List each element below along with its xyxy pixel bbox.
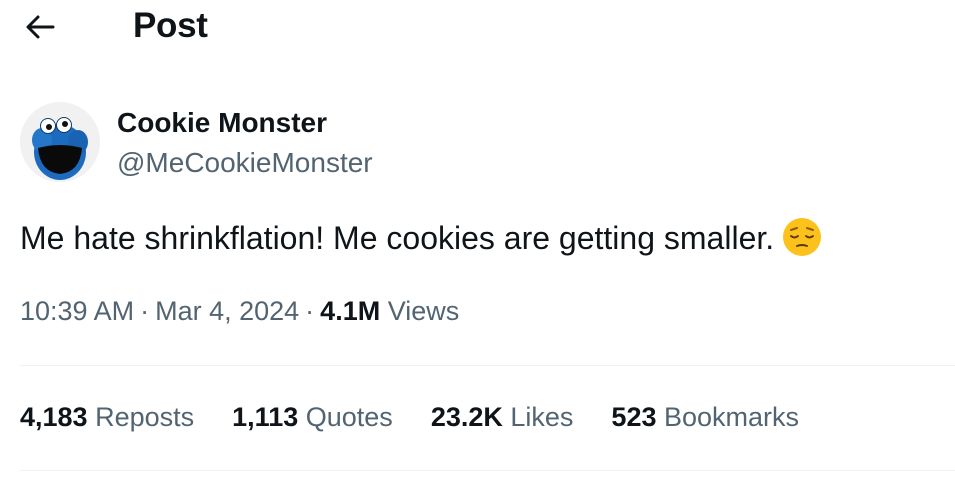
bookmarks-label: Bookmarks: [664, 402, 800, 432]
engagement-stats: 4,183 Reposts 1,113 Quotes 23.2K Likes 5…: [20, 400, 837, 434]
divider: [20, 365, 955, 366]
author-handle[interactable]: @MeCookieMonster: [117, 146, 373, 180]
meta-separator: ·: [305, 296, 315, 326]
bookmarks-count: 523: [611, 402, 657, 432]
author-block: Cookie Monster @MeCookieMonster: [20, 102, 920, 184]
quotes-label: Quotes: [305, 402, 393, 432]
meta-separator: ·: [140, 296, 150, 326]
quotes-stat[interactable]: 1,113 Quotes: [232, 400, 393, 434]
post-date[interactable]: Mar 4, 2024: [155, 296, 299, 326]
reposts-stat[interactable]: 4,183 Reposts: [20, 400, 194, 434]
views-count: 4.1M: [320, 296, 381, 326]
tweet-text: Me hate shrinkflation! Me cookies are ge…: [20, 217, 822, 258]
bookmarks-stat[interactable]: 523 Bookmarks: [611, 400, 799, 434]
back-button[interactable]: [18, 8, 62, 46]
tweet-text-content: Me hate shrinkflation! Me cookies are ge…: [20, 220, 775, 256]
reposts-count: 4,183: [20, 402, 88, 432]
arrow-left-icon: [26, 15, 55, 39]
post-meta: 10:39 AM · Mar 4, 2024 · 4.1M Views: [20, 294, 459, 328]
post-time[interactable]: 10:39 AM: [20, 296, 134, 326]
pensive-face-emoji-icon: [782, 217, 822, 257]
divider: [20, 470, 955, 471]
likes-stat[interactable]: 23.2K Likes: [431, 400, 574, 434]
quotes-count: 1,113: [232, 402, 299, 432]
cookie-monster-avatar-icon: [20, 102, 100, 182]
header-bar: Post: [0, 0, 955, 56]
avatar[interactable]: [20, 102, 100, 182]
reposts-label: Reposts: [95, 402, 195, 432]
author-display-name[interactable]: Cookie Monster: [117, 106, 327, 140]
likes-label: Likes: [510, 402, 574, 432]
page-title: Post: [133, 6, 208, 45]
views-label: Views: [387, 296, 460, 326]
likes-count: 23.2K: [430, 402, 503, 432]
